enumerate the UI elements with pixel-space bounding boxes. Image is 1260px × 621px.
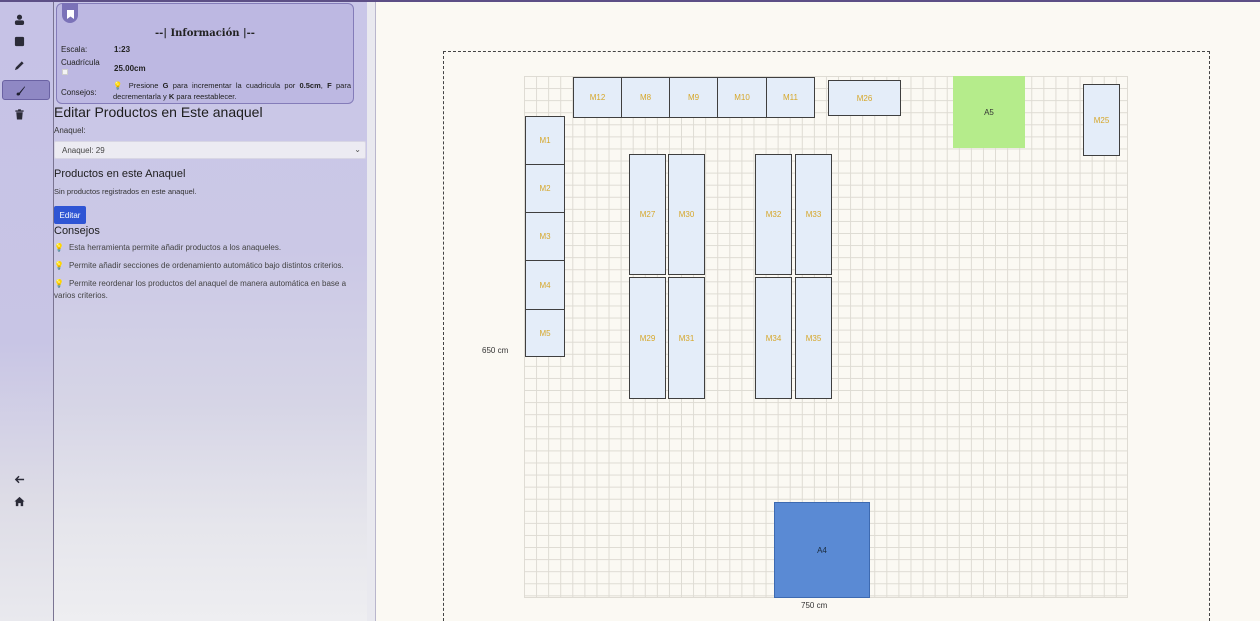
shelf-m12[interactable]: M12 — [573, 77, 622, 118]
shelf-m33[interactable]: M33 — [795, 154, 832, 275]
tip-item: 💡 Permite reordenar los productos del ana… — [54, 279, 347, 300]
shelf-m32[interactable]: M32 — [755, 154, 792, 275]
height-dimension-label: 650 cm — [482, 346, 509, 355]
shelf-m27[interactable]: M27 — [629, 154, 666, 275]
lightbulb-icon: 💡 — [54, 261, 64, 270]
no-products-message: Sin productos registrados en este anaque… — [54, 187, 197, 196]
shelf-select-value: Anaquel: 29 — [62, 145, 105, 155]
scale-label: Escala: — [61, 45, 88, 54]
square-icon — [14, 36, 25, 47]
brush-tool-button[interactable] — [2, 80, 50, 100]
shelf-m29[interactable]: M29 — [629, 277, 666, 399]
grid-checkbox[interactable] — [62, 69, 68, 75]
lightbulb-icon: 💡 — [54, 243, 64, 252]
scale-value: 1:23 — [114, 45, 131, 54]
shelf-m3[interactable]: M3 — [525, 212, 565, 261]
shelf-m30[interactable]: M30 — [668, 154, 705, 275]
shelf-m5[interactable]: M5 — [525, 309, 565, 357]
bookmark-icon — [66, 6, 74, 24]
zone-a4[interactable]: A4 — [774, 502, 870, 598]
home-button[interactable] — [2, 491, 50, 511]
grid-label: Cuadrícula — [61, 58, 100, 67]
info-card: --| Información |-- Escala: 1:23 Cuadríc… — [56, 3, 354, 104]
user-tool-button[interactable] — [2, 9, 50, 29]
shelf-select[interactable]: Anaquel: 29 ⌄ — [54, 141, 366, 159]
shelf-m1[interactable]: M1 — [525, 116, 565, 165]
keyboard-tips: 💡 Presione G para incrementar la cuadric… — [113, 81, 351, 101]
products-heading: Productos en este Anaquel — [54, 168, 186, 180]
shelf-m2[interactable]: M2 — [525, 164, 565, 213]
pencil-tool-button[interactable] — [2, 55, 50, 75]
shelf-m35[interactable]: M35 — [795, 277, 832, 399]
user-icon — [14, 14, 25, 25]
tip-item: 💡 Esta herramienta permite añadir product… — [54, 243, 282, 252]
side-panel: --| Información |-- Escala: 1:23 Cuadríc… — [54, 2, 368, 621]
shape-tool-button[interactable] — [2, 31, 50, 51]
edit-products-heading: Editar Productos en Este anaquel — [54, 104, 263, 120]
tip-item: 💡 Permite añadir secciones de ordenamient… — [54, 261, 344, 270]
lightbulb-icon: 💡 — [54, 279, 64, 288]
shelf-m31[interactable]: M31 — [668, 277, 705, 399]
trash-icon — [14, 108, 25, 120]
brush-icon — [15, 85, 26, 96]
shelf-m4[interactable]: M4 — [525, 260, 565, 310]
icon-rail — [0, 2, 54, 621]
width-dimension-label: 750 cm — [801, 601, 828, 610]
bookmark-tab[interactable] — [62, 3, 78, 23]
zone-a5[interactable]: A5 — [953, 76, 1025, 148]
back-button[interactable] — [2, 469, 50, 489]
shelf-m26[interactable]: M26 — [828, 80, 901, 116]
shelf-m9[interactable]: M9 — [669, 77, 718, 118]
tips-heading: Consejos — [54, 225, 100, 237]
shelf-m25[interactable]: M25 — [1083, 84, 1120, 156]
shelf-m10[interactable]: M10 — [717, 77, 767, 118]
panel-scrollbar[interactable] — [367, 2, 376, 621]
chevron-down-icon: ⌄ — [354, 145, 361, 154]
home-icon — [14, 496, 25, 507]
tips-label: Consejos: — [61, 88, 97, 97]
shelf-m34[interactable]: M34 — [755, 277, 792, 399]
info-title: --| Información |-- — [155, 28, 255, 39]
lightbulb-icon: 💡 — [113, 81, 129, 90]
delete-tool-button[interactable] — [2, 104, 50, 124]
shelf-m11[interactable]: M11 — [766, 77, 815, 118]
grid-value: 25.00cm — [114, 64, 146, 73]
shelf-select-label: Anaquel: — [54, 126, 86, 135]
shelf-m8[interactable]: M8 — [621, 77, 670, 118]
edit-button[interactable]: Editar — [54, 206, 86, 224]
back-arrow-icon — [14, 474, 25, 485]
pencil-icon — [14, 60, 25, 71]
